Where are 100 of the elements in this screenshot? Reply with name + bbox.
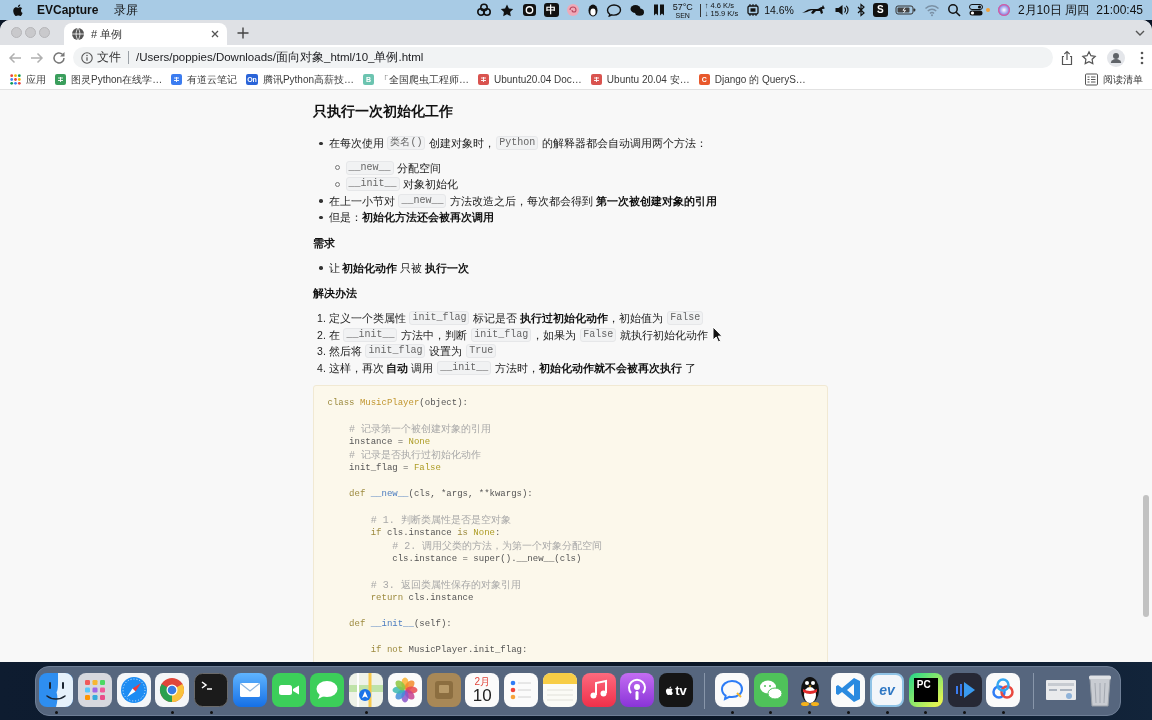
compass-icon[interactable] <box>116 673 151 707</box>
logo-text: ev <box>879 682 895 698</box>
list-item-text: 在每次使用 类名() 创建对象时， Python 的解释器都会自动调用两个方法： <box>328 135 708 152</box>
flower-icon[interactable] <box>565 3 580 17</box>
scrollbar-thumb[interactable] <box>1143 495 1149 617</box>
map-icon[interactable] <box>349 673 383 707</box>
screenshot-thumbnail[interactable] <box>1045 680 1076 700</box>
list-item-text: 在 __init__ 方法中，判断 init_flag ，如果为 False 就执行初始化动作 <box>328 326 709 343</box>
music-note-icon[interactable] <box>581 673 616 707</box>
date-text[interactable]: 2月10日 周四 <box>1017 1 1090 19</box>
speaker-icon[interactable] <box>833 3 849 17</box>
bookmark-link[interactable]: Ubuntu 20.04 安… <box>590 72 690 87</box>
bullet-icon <box>319 199 323 203</box>
code-line: instance = None <box>349 436 431 449</box>
list-number: 1. <box>316 311 326 326</box>
checklist-icon[interactable] <box>504 673 538 707</box>
star-icon[interactable] <box>1081 49 1097 66</box>
calendar-tile[interactable]: 2月 10 <box>465 673 500 707</box>
square-tile-icon[interactable] <box>426 673 461 707</box>
tricolor-ring-icon[interactable] <box>155 673 190 707</box>
envelope-icon[interactable] <box>232 673 267 707</box>
close-icon[interactable] <box>210 29 220 39</box>
section-heading: 只执行一次初始化工作 <box>312 102 454 121</box>
chat-bubble-icon[interactable] <box>715 673 749 707</box>
code-line: def __new__(cls, *args, **kwargs): <box>349 488 533 501</box>
code-line: if cls.instance is None: <box>370 527 501 540</box>
subheading: 解决办法 <box>312 286 358 301</box>
app-tile[interactable]: ev <box>870 673 904 707</box>
input-method-indicator[interactable]: 中 <box>543 3 559 17</box>
code-line: # 3. 返回类属性保存的对象引用 <box>370 578 521 593</box>
list-item-text: 但是：初始化方法还会被再次调用 <box>328 210 494 225</box>
search-icon[interactable] <box>946 3 961 17</box>
share-icon[interactable] <box>1059 49 1075 66</box>
list-item-text: __new__ 分配空间 <box>344 159 442 176</box>
code-line: return cls.instance <box>370 592 474 605</box>
penguin-icon[interactable] <box>586 3 599 17</box>
reading-list-icon <box>1085 73 1098 86</box>
bookmark-link[interactable]: Ubuntu20.04 Doc… <box>478 74 582 85</box>
chat-bubbles-icon[interactable] <box>628 3 645 17</box>
mouse-pointer-icon <box>712 326 723 343</box>
star-icon[interactable] <box>498 3 515 17</box>
code-line: def __init__(self): <box>349 618 452 631</box>
url-text[interactable]: /Users/poppies/Downloads/面向对象_html/10_单例.html <box>136 50 424 65</box>
bookmark-link[interactable]: 图灵Python在线学… <box>55 72 163 87</box>
three-circles-icon[interactable] <box>475 3 492 17</box>
siri-icon[interactable] <box>996 3 1011 17</box>
bookmark-link[interactable]: 应用 <box>10 72 46 87</box>
flower-petals-icon[interactable] <box>387 673 422 707</box>
browser-tab[interactable]: # 单例 <box>64 23 227 45</box>
podcast-icon[interactable] <box>620 673 655 707</box>
bookmark-link[interactable]: 有道云笔记 <box>171 72 238 87</box>
list-item-text: 然后将 init_flag 设置为 True <box>328 343 498 360</box>
bullet-icon <box>319 215 323 219</box>
smiling-face-icon[interactable] <box>39 673 73 707</box>
apps-grid-icon <box>10 74 21 85</box>
bullet-icon <box>319 141 323 145</box>
chip-icon[interactable] <box>745 3 762 17</box>
profile-icon[interactable] <box>1107 48 1125 67</box>
terminal-icon[interactable] <box>194 673 228 707</box>
info-icon[interactable] <box>81 51 93 64</box>
more-menu-icon[interactable] <box>1139 49 1145 66</box>
play-bars-icon[interactable] <box>947 673 982 707</box>
site-info-label[interactable]: 文件 <box>97 50 121 65</box>
linked-rings-icon[interactable] <box>986 673 1021 707</box>
cpu-usage: 14.6% <box>764 4 794 16</box>
bluetooth-icon[interactable] <box>855 3 866 17</box>
calendar-day: 10 <box>472 686 492 705</box>
chat-bubble-icon[interactable] <box>605 3 622 17</box>
input-method-indicator[interactable]: S <box>872 3 888 17</box>
app-menu[interactable]: EVCapture <box>37 3 99 17</box>
temperature-reading: 57°C <box>672 1 693 12</box>
apple-icon <box>665 684 675 696</box>
code-line: cls.instance = super().__new__(cls) <box>392 553 582 566</box>
circle-in-square-icon[interactable] <box>521 3 537 17</box>
calendar-month: 2月 <box>474 675 491 687</box>
app-grid-icon[interactable] <box>77 673 112 707</box>
apple-menu-icon[interactable] <box>12 3 24 17</box>
new-tab-icon[interactable] <box>236 25 250 40</box>
battery-icon[interactable] <box>894 3 917 17</box>
code-line: # 记录是否执行过初始化动作 <box>349 448 482 463</box>
video-camera-icon[interactable] <box>271 673 306 707</box>
chat-bubbles-icon[interactable] <box>753 673 788 707</box>
bookmark-icon[interactable] <box>651 3 666 17</box>
app-tile[interactable]: tv <box>659 673 693 707</box>
reload-icon[interactable] <box>51 49 67 66</box>
list-item-text: 让 初始化动作 只被 执行一次 <box>328 260 470 276</box>
address-field[interactable]: 文件 /Users/poppies/Downloads/面向对象_html/10_单例.html <box>73 47 1053 68</box>
menu-item[interactable]: 录屏 <box>114 1 139 19</box>
dot-icon <box>985 8 990 12</box>
clock-time[interactable]: 21:00:45 <box>1096 3 1143 17</box>
globe-icon <box>71 27 85 41</box>
running-cat-icon[interactable] <box>800 3 827 17</box>
subheading: 需求 <box>312 235 336 251</box>
code-line: if not MusicPlayer.init_flag: <box>370 644 528 657</box>
control-center-icon[interactable] <box>967 3 984 17</box>
reading-list-link[interactable]: 阅读清单 <box>1085 72 1143 87</box>
bullet-icon <box>319 266 323 270</box>
speech-bubble-icon[interactable] <box>310 673 345 707</box>
folded-ribbon-icon[interactable] <box>831 673 866 707</box>
notepad-icon[interactable] <box>542 673 577 707</box>
